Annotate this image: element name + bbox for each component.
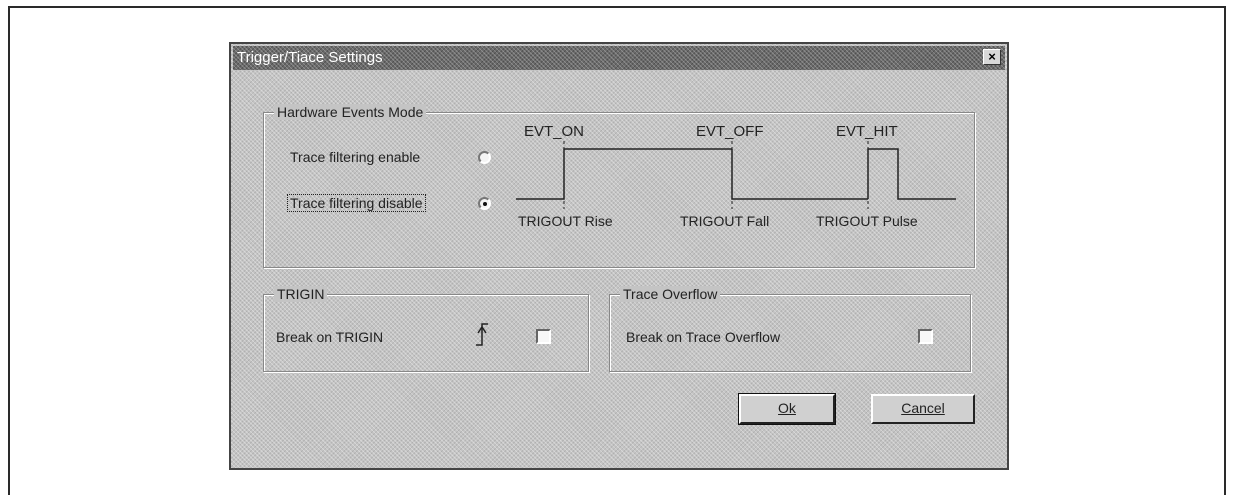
dialog-titlebar[interactable]: Trigger/Tiace Settings ×: [233, 46, 1005, 70]
trigger-trace-settings-dialog: Trigger/Tiace Settings × Hardware Events…: [229, 42, 1009, 470]
trigin-group-label: TRIGIN: [274, 286, 328, 302]
break-on-trace-overflow-label[interactable]: Break on Trace Overflow: [626, 329, 780, 345]
evt-hit-label: EVT_HIT: [836, 123, 898, 140]
trace-overflow-group-label: Trace Overflow: [620, 286, 721, 302]
trigout-rise-label: TRIGOUT Rise: [518, 213, 613, 229]
trace-overflow-group: Trace Overflow Break on Trace Overflow: [609, 286, 971, 372]
trigout-fall-label: TRIGOUT Fall: [680, 213, 770, 229]
break-on-trigin-checkbox[interactable]: [536, 329, 551, 344]
rising-edge-icon: [476, 323, 488, 346]
hardware-events-group: Hardware Events Mode EVT_ON EVT_OFF EVT_…: [263, 104, 975, 268]
trace-filtering-enable-radio[interactable]: [478, 151, 491, 164]
radio-selected-dot: [483, 202, 487, 206]
trigout-pulse-wave: [867, 148, 956, 200]
dialog-title: Trigger/Tiace Settings: [237, 49, 383, 66]
trigout-rise-wave: [516, 148, 732, 200]
ok-button[interactable]: Ok: [738, 393, 836, 425]
close-icon: ×: [988, 49, 996, 64]
trace-filtering-disable-radio[interactable]: [478, 197, 491, 210]
trace-filtering-enable-label[interactable]: Trace filtering enable: [290, 149, 420, 165]
trigout-pulse-label: TRIGOUT Pulse: [816, 213, 918, 229]
trigin-group: TRIGIN Break on TRIGIN: [263, 286, 589, 372]
cancel-button[interactable]: Cancel: [871, 394, 975, 424]
evt-on-label: EVT_ON: [524, 123, 585, 140]
evt-off-label: EVT_OFF: [696, 123, 764, 140]
close-button[interactable]: ×: [983, 49, 1001, 65]
trace-filtering-disable-label[interactable]: Trace filtering disable: [287, 194, 426, 212]
ok-button-label: Ok: [778, 400, 796, 416]
cancel-button-label: Cancel: [901, 400, 945, 416]
break-on-trace-overflow-checkbox[interactable]: [918, 329, 933, 344]
trigout-fall-wave: [731, 149, 868, 200]
break-on-trigin-label[interactable]: Break on TRIGIN: [276, 329, 383, 345]
